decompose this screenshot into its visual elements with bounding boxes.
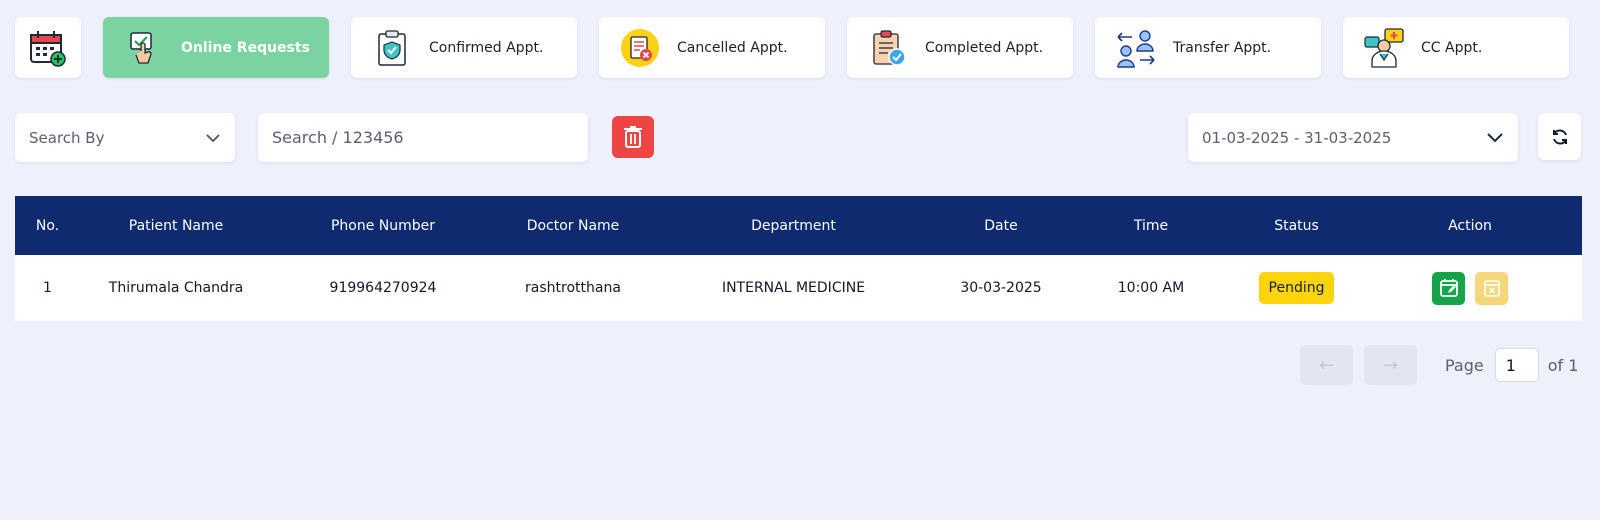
search-by-value: Search By bbox=[29, 128, 105, 147]
table-row: 1 Thirumala Chandra 919964270924 rashtro… bbox=[15, 255, 1582, 321]
cell-no: 1 bbox=[43, 280, 52, 296]
page-label: Page bbox=[1445, 355, 1484, 375]
date-range-value: 01-03-2025 - 31-03-2025 bbox=[1202, 128, 1392, 147]
table-header-row: No. Patient Name Phone Number Doctor Nam… bbox=[15, 196, 1582, 255]
cell-patient-name: Thirumala Chandra bbox=[108, 280, 244, 296]
cancelled-document-icon bbox=[619, 27, 661, 69]
cell-doctor-name: rashtrotthana bbox=[525, 280, 621, 296]
column-header: Date bbox=[984, 217, 1018, 234]
tab-completed-appt[interactable]: Completed Appt. bbox=[847, 17, 1073, 78]
tab-label: Completed Appt. bbox=[925, 39, 1044, 56]
calendar-cancel-icon bbox=[1483, 280, 1500, 297]
tab-confirmed-appt[interactable]: Confirmed Appt. bbox=[351, 17, 577, 78]
doctor-consult-icon bbox=[1363, 27, 1405, 69]
tab-cc-appt[interactable]: CC Appt. bbox=[1343, 17, 1569, 78]
chevron-down-icon bbox=[1487, 132, 1503, 142]
column-header: Patient Name bbox=[128, 217, 224, 234]
refresh-icon bbox=[1552, 128, 1567, 145]
cell-action bbox=[1358, 255, 1582, 321]
confirm-appointment-button[interactable] bbox=[1432, 271, 1465, 305]
clipboard-check-icon bbox=[371, 27, 413, 69]
completed-checklist-icon bbox=[867, 27, 909, 69]
column-header: Doctor Name bbox=[526, 217, 620, 234]
column-header: Phone Number bbox=[330, 217, 436, 234]
column-header: Action bbox=[1448, 217, 1492, 234]
date-range-select[interactable]: 01-03-2025 - 31-03-2025 bbox=[1188, 113, 1518, 162]
cell-phone-number: 919964270924 bbox=[329, 280, 437, 296]
search-by-select[interactable]: Search By bbox=[15, 113, 235, 162]
tab-label: Confirmed Appt. bbox=[429, 39, 544, 56]
tab-transfer-appt[interactable]: Transfer Appt. bbox=[1095, 17, 1321, 78]
online-request-icon bbox=[123, 27, 165, 69]
column-header: Time bbox=[1133, 217, 1169, 234]
transfer-users-icon bbox=[1115, 27, 1157, 69]
add-appointment-button[interactable] bbox=[15, 17, 81, 78]
page-number-input[interactable] bbox=[1494, 348, 1539, 382]
tab-label: Cancelled Appt. bbox=[677, 39, 788, 56]
search-field[interactable] bbox=[258, 113, 588, 162]
trash-icon bbox=[624, 126, 642, 148]
tab-online-requests[interactable]: Online Requests bbox=[103, 17, 329, 78]
cell-date: 30-03-2025 bbox=[960, 280, 1042, 296]
cell-time: 10:00 AM bbox=[1117, 280, 1185, 296]
cell-department: INTERNAL MEDICINE bbox=[721, 280, 866, 296]
pagination: ← → Page of 1 bbox=[1300, 345, 1582, 385]
tab-label: Online Requests bbox=[181, 39, 310, 56]
next-page-button[interactable]: → bbox=[1364, 345, 1417, 385]
clear-search-button[interactable] bbox=[612, 116, 654, 158]
calendar-add-icon bbox=[30, 30, 66, 67]
chevron-down-icon bbox=[206, 133, 220, 142]
tab-label: Transfer Appt. bbox=[1173, 39, 1272, 56]
appointments-table: No. Patient Name Phone Number Doctor Nam… bbox=[15, 196, 1582, 321]
calendar-edit-icon bbox=[1439, 279, 1458, 297]
column-header: Status bbox=[1274, 217, 1319, 234]
cancel-appointment-button[interactable] bbox=[1475, 271, 1508, 305]
refresh-button[interactable] bbox=[1538, 113, 1581, 160]
column-header: Department bbox=[751, 217, 836, 234]
cell-status: Pending bbox=[1235, 255, 1358, 321]
status-badge: Pending bbox=[1258, 272, 1335, 304]
tab-cancelled-appt[interactable]: Cancelled Appt. bbox=[599, 17, 825, 78]
column-header: No. bbox=[35, 217, 60, 234]
previous-page-button[interactable]: ← bbox=[1300, 345, 1353, 385]
tab-label: CC Appt. bbox=[1421, 39, 1483, 56]
page-total: of 1 bbox=[1547, 355, 1579, 375]
search-input[interactable] bbox=[272, 128, 574, 147]
